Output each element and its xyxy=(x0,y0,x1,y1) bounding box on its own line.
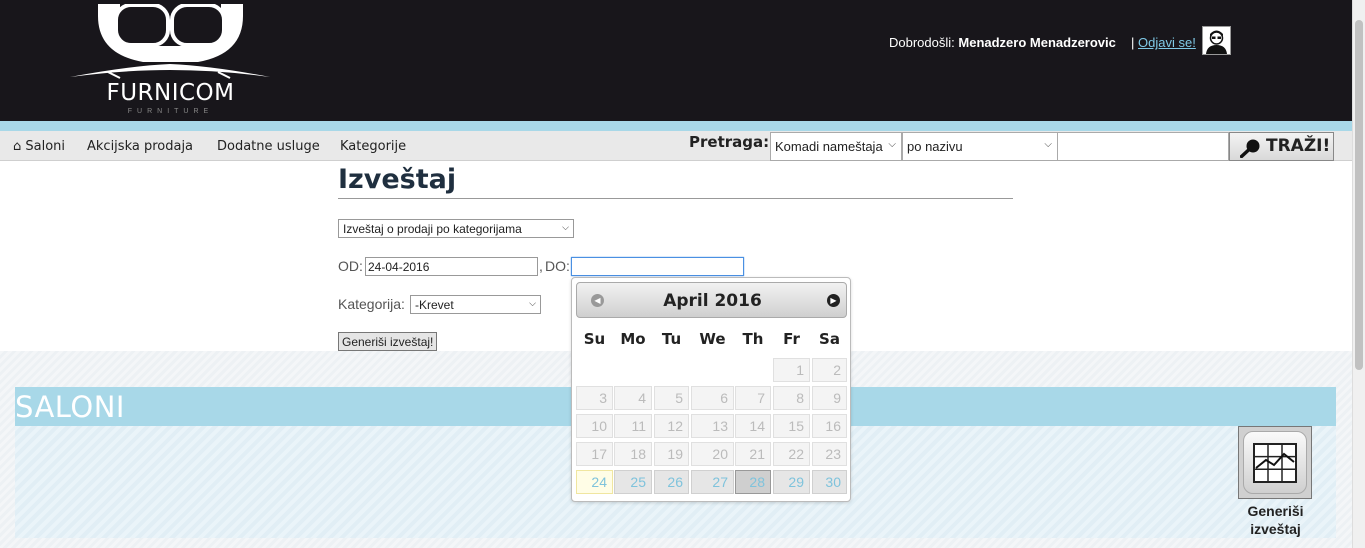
saloni-title: SALONI xyxy=(15,390,125,424)
search-type-value: Komadi nameštaja xyxy=(775,139,883,154)
calendar-day[interactable]: 25 xyxy=(614,470,652,494)
welcome-prefix: Dobrodošli: xyxy=(889,35,955,50)
separator: | xyxy=(1131,35,1135,50)
report-type-value: Izveštaj o prodaji po kategorijama xyxy=(343,222,522,236)
chart-grid-icon xyxy=(1253,443,1297,483)
calendar-day[interactable]: 27 xyxy=(691,470,734,494)
calendar-day[interactable]: 19 xyxy=(654,442,689,466)
calendar-day[interactable]: 3 xyxy=(576,386,613,410)
calendar-day[interactable]: 2 xyxy=(812,358,847,382)
calendar-day[interactable]: 18 xyxy=(614,442,652,466)
weekday-header: Sa xyxy=(819,330,840,348)
calendar-day[interactable]: 8 xyxy=(773,386,810,410)
calendar-day[interactable]: 1 xyxy=(773,358,810,382)
search-label: Pretraga: xyxy=(689,133,770,151)
calendar-day[interactable]: 7 xyxy=(735,386,771,410)
search-by-select[interactable]: po nazivu ⌵ xyxy=(902,132,1058,161)
calendar-day[interactable]: 13 xyxy=(691,414,734,438)
calendar-day[interactable]: 10 xyxy=(576,414,613,438)
calendar-day[interactable]: 6 xyxy=(691,386,734,410)
calendar-day[interactable]: 15 xyxy=(773,414,810,438)
calendar-day[interactable]: 21 xyxy=(735,442,771,466)
user-icon xyxy=(1206,30,1227,54)
weekday-header: Tu xyxy=(661,330,682,348)
category-select[interactable]: -Krevet ⌵ xyxy=(410,295,541,314)
search-button[interactable]: TRAŽI! xyxy=(1229,132,1334,161)
site-header: FURNICOM FURNITURE Dobrodošli: Menadzero… xyxy=(0,0,1365,121)
datepicker-header: ◀ April 2016 ▶ xyxy=(576,282,847,318)
calendar-day[interactable]: 14 xyxy=(735,414,771,438)
calendar-day[interactable]: 16 xyxy=(812,414,847,438)
calendar-day[interactable]: 4 xyxy=(614,386,652,410)
search-button-label: TRAŽI! xyxy=(1266,136,1331,156)
chevron-down-icon: ⌵ xyxy=(529,298,536,308)
nav-item-akcijska-prodaja[interactable]: Akcijska prodaja xyxy=(87,139,193,154)
calendar-day[interactable]: 23 xyxy=(812,442,847,466)
user-name: Menadzero Menadzerovic xyxy=(958,35,1116,50)
generate-report-icon-button[interactable] xyxy=(1238,426,1312,499)
date-from-input[interactable]: 24-04-2016 xyxy=(365,257,538,276)
weekday-header: We xyxy=(699,330,726,348)
furnicom-logo[interactable]: FURNICOM FURNITURE xyxy=(68,3,273,118)
search-by-value: po nazivu xyxy=(907,139,963,154)
category-value: -Krevet xyxy=(415,298,454,312)
calendar-day[interactable]: 17 xyxy=(576,442,613,466)
avatar[interactable] xyxy=(1202,26,1231,55)
calendar-day[interactable]: 20 xyxy=(691,442,734,466)
logout-area: | Odjavi se! xyxy=(1131,35,1196,50)
weekday-header: Su xyxy=(583,330,606,348)
calendar-day[interactable]: 28 xyxy=(735,470,771,494)
calendar-day[interactable]: 11 xyxy=(614,414,652,438)
nav-item-kategorije[interactable]: Kategorije xyxy=(340,139,406,154)
logo-text: FURNICOM xyxy=(106,80,235,106)
header-accent-stripe xyxy=(0,121,1352,131)
chevron-down-icon: ⌵ xyxy=(1044,139,1052,150)
calendar-day[interactable]: 22 xyxy=(773,442,810,466)
vertical-scrollbar[interactable] xyxy=(1352,0,1365,548)
main-nav: ⌂ Saloni Akcijska prodaja Dodatne usluge… xyxy=(0,131,1352,161)
scrollbar-thumb[interactable] xyxy=(1355,20,1363,370)
nav-item-dodatne-usluge[interactable]: Dodatne usluge xyxy=(217,139,320,154)
calendar-day[interactable]: 5 xyxy=(654,386,689,410)
od-label: OD: xyxy=(338,258,363,274)
generate-report-label: Generiši izveštaj xyxy=(1247,503,1304,537)
logo-subtitle: FURNITURE xyxy=(127,108,214,115)
sofa-logo-icon xyxy=(70,3,270,79)
welcome-text: Dobrodošli: Menadzero Menadzerovic xyxy=(889,35,1116,50)
date-to-input[interactable] xyxy=(571,257,744,276)
weekday-header: Mo xyxy=(620,330,646,348)
search-input[interactable] xyxy=(1057,132,1229,161)
report-icon-tile xyxy=(1243,431,1307,494)
calendar-day[interactable]: 30 xyxy=(812,470,847,494)
page-title: Izveštaj xyxy=(338,164,457,195)
datepicker-popup: ◀ April 2016 ▶ Su Mo Tu We Th Fr Sa 1 2 3 4 5 6 7 8 9 10… xyxy=(571,277,851,502)
report-type-select[interactable]: Izveštaj o prodaji po kategorijama ⌵ xyxy=(338,219,574,238)
calendar-day[interactable]: 24 xyxy=(576,470,613,494)
datepicker-month-title: April 2016 xyxy=(663,291,762,311)
date-separator: , xyxy=(539,258,543,274)
generate-report-button[interactable]: Generiši izveštaj! xyxy=(338,332,438,351)
chevron-down-icon: ⌵ xyxy=(888,139,896,150)
nav-item-saloni[interactable]: ⌂ Saloni xyxy=(13,139,65,154)
calendar-day[interactable]: 26 xyxy=(654,470,689,494)
search-type-select[interactable]: Komadi nameštaja ⌵ xyxy=(770,132,902,161)
category-label: Kategorija: xyxy=(338,296,405,312)
calendar-day[interactable]: 9 xyxy=(812,386,847,410)
logout-link[interactable]: Odjavi se! xyxy=(1138,35,1196,50)
do-label: DO: xyxy=(545,258,570,274)
title-divider xyxy=(338,198,1013,199)
weekday-header: Th xyxy=(742,330,764,348)
weekday-header: Fr xyxy=(783,330,800,348)
calendar-day[interactable]: 12 xyxy=(654,414,689,438)
search-icon xyxy=(1240,139,1260,158)
calendar-day[interactable]: 29 xyxy=(773,470,810,494)
chevron-right-icon[interactable]: ▶ xyxy=(827,294,840,307)
chevron-down-icon: ⌵ xyxy=(562,222,569,232)
